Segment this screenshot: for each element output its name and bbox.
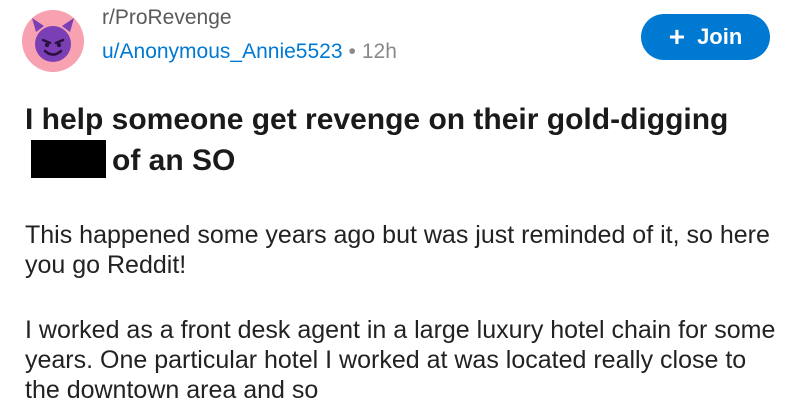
post-body-paragraph: I worked as a front desk agent in a larg…	[25, 316, 776, 404]
post-title[interactable]: I help someone get revenge on their gold…	[25, 100, 785, 181]
meta-separator: •	[348, 40, 356, 63]
plus-icon: +	[668, 21, 686, 52]
redaction-block	[31, 140, 106, 178]
post-title-part2: of an SO	[112, 144, 236, 177]
post-title-part1: I help someone get revenge on their gold…	[25, 103, 729, 136]
devil-face-icon	[32, 18, 74, 62]
post-meta: u/Anonymous_Annie5523 • 12h	[102, 40, 397, 64]
subreddit-avatar[interactable]	[22, 10, 84, 72]
author-username[interactable]: u/Anonymous_Annie5523	[102, 40, 343, 63]
join-button[interactable]: + Join	[641, 14, 770, 60]
subreddit-name[interactable]: r/ProRevenge	[102, 6, 232, 30]
join-label: Join	[697, 24, 743, 49]
post-header: r/ProRevenge u/Anonymous_Annie5523 • 12h +…	[0, 0, 800, 80]
post-age: 12h	[361, 40, 397, 63]
post-body-paragraph: This happened some years ago but was jus…	[25, 221, 770, 279]
